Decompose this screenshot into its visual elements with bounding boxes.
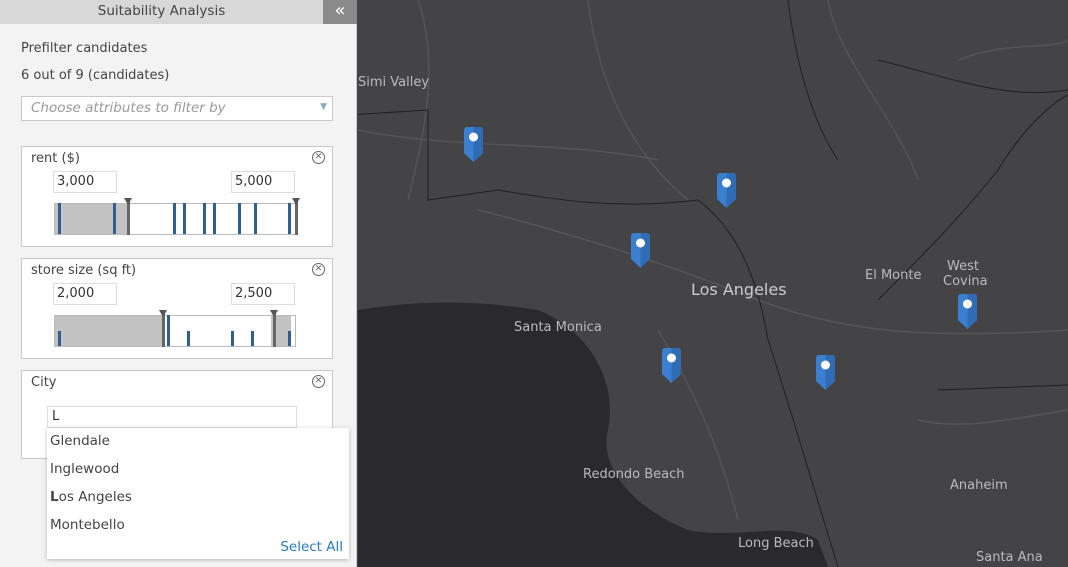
max-handle[interactable] [270,310,278,347]
histogram-bar [203,203,206,234]
excluded-range [55,204,128,234]
caret-down-icon: ▼ [320,102,327,112]
candidate-pin-icon[interactable] [816,355,835,391]
map-label-los-angeles: Los Angeles [691,280,787,299]
map-label-simi-valley: Simi Valley [358,75,430,90]
city-filter-title: City [31,375,57,390]
panel-title: Suitability Analysis [97,3,226,19]
candidate-pin-icon[interactable] [631,233,650,269]
candidate-pin-icon[interactable] [464,127,483,163]
store-size-filter-title: store size (sq ft) [31,263,137,278]
city-option-los-angeles[interactable]: Los Angeles [50,489,132,505]
store-size-min-input[interactable]: 2,000 [53,283,117,305]
remove-filter-icon[interactable]: ✕ [312,263,325,276]
city-option-inglewood[interactable]: Inglewood [50,461,119,477]
histogram-bar [173,203,176,234]
histogram-bar [183,203,186,234]
rent-histogram-slider[interactable] [54,198,300,235]
rent-filter-card: rent ($) ✕ 3,000 5,000 [21,146,333,247]
attribute-placeholder: Choose attributes to filter by [31,100,226,116]
candidate-count: 6 out of 9 (candidates) [21,68,170,83]
candidate-pin-icon[interactable] [717,173,736,209]
attribute-filter-dropdown[interactable]: Choose attributes to filter by ▼ [21,96,333,121]
histogram-bar [288,331,291,346]
city-option-montebello[interactable]: Montebello [50,517,125,533]
histogram-bar [238,203,241,234]
histogram-bar [58,331,61,346]
candidate-pin-icon[interactable] [662,348,681,384]
min-handle[interactable] [159,310,167,347]
map-label-santa-ana: Santa Ana [976,550,1043,565]
map-label-el-monte: El Monte [865,268,922,283]
min-handle[interactable] [124,198,132,235]
city-option-glendale[interactable]: Glendale [50,433,110,449]
map-label-santa-monica: Santa Monica [514,320,602,335]
store-size-filter-card: store size (sq ft) ✕ 2,000 2,500 [21,258,333,359]
rent-filter-title: rent ($) [31,151,80,166]
collapse-panel-button[interactable]: « [323,0,357,24]
prefilter-label: Prefilter candidates [21,41,148,56]
map-label-anaheim: Anaheim [950,478,1008,493]
rent-max-input[interactable]: 5,000 [231,171,295,193]
remove-filter-icon[interactable]: ✕ [312,151,325,164]
histogram-bar [113,203,116,234]
histogram-bar [213,203,216,234]
histogram-bar [254,203,257,234]
candidate-pin-icon[interactable] [958,294,977,330]
map-view[interactable]: Simi Valley Los Angeles Santa Monica El … [358,0,1068,567]
store-size-histogram-slider[interactable] [54,310,296,347]
store-size-max-input[interactable]: 2,500 [231,283,295,305]
rent-min-input[interactable]: 3,000 [53,171,117,193]
remove-filter-icon[interactable]: ✕ [312,375,325,388]
map-label-redondo-beach: Redondo Beach [583,467,685,482]
histogram-bar [167,315,170,346]
map-label-west-covina: West Covina [943,259,988,289]
histogram-bar [288,203,291,234]
histogram-bar [187,331,190,346]
histogram-bar [251,331,254,346]
select-all-link[interactable]: Select All [280,539,343,555]
panel-header: Suitability Analysis « [0,0,357,24]
ocean [358,302,828,567]
histogram-bar [231,331,234,346]
excluded-range [55,316,163,346]
city-search-input[interactable]: L [47,406,297,428]
city-suggestions-dropdown: Glendale Inglewood Los Angeles Montebell… [47,428,349,559]
histogram-bar [58,203,61,234]
double-chevron-left-icon: « [334,0,346,21]
map-label-long-beach: Long Beach [738,536,814,551]
max-handle[interactable] [292,198,300,235]
